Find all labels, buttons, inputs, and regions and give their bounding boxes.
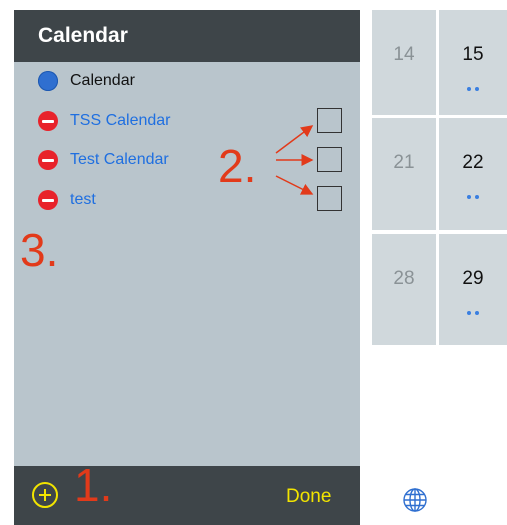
day-number: 15 (462, 44, 484, 65)
day-number: 29 (462, 268, 484, 289)
done-button[interactable]: Done (286, 486, 331, 508)
day-cell[interactable]: 29 (439, 234, 507, 345)
day-cell[interactable]: 21 (372, 118, 436, 230)
day-cell[interactable]: 22 (439, 118, 507, 230)
annotation-step-2: 2. (218, 140, 257, 192)
event-dots (439, 302, 507, 320)
event-dots (439, 78, 507, 96)
annotation-step-3: 3. (20, 224, 59, 276)
calendars-panel: Calendar Calendar TSS Calendar Test Cale… (14, 10, 360, 525)
day-number: 22 (462, 152, 484, 173)
bottom-toolbar: Done (14, 466, 360, 525)
globe-icon[interactable] (402, 487, 428, 513)
day-cell[interactable]: 28 (372, 234, 436, 345)
day-number: 21 (393, 152, 415, 173)
event-dots (439, 186, 507, 204)
add-circle-icon[interactable] (32, 482, 58, 508)
annotation-arrows (275, 125, 314, 195)
day-number: 28 (393, 268, 415, 289)
day-cell[interactable]: 15 (439, 10, 507, 115)
day-number: 14 (393, 44, 415, 65)
day-cell[interactable]: 14 (372, 10, 436, 115)
annotation-step-1: 1. (74, 459, 113, 511)
